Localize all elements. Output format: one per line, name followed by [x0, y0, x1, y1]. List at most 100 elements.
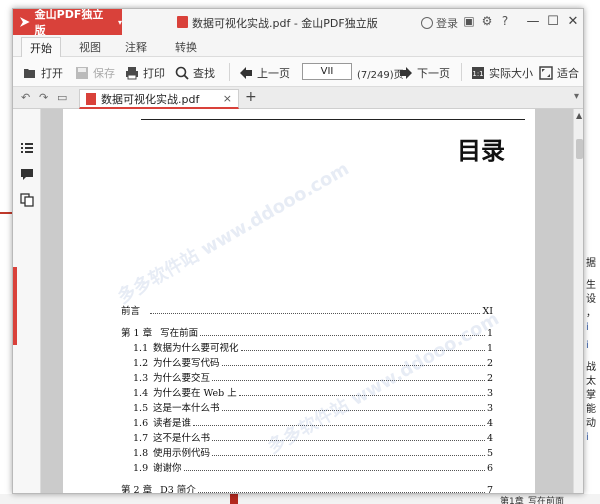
toc-leader-dots [221, 365, 485, 366]
toc-section-entry[interactable]: 1.6 读者是谁 4 [121, 414, 493, 429]
prev-page-button[interactable]: 上一页 [239, 65, 290, 81]
toc-title: 谢谢你 [153, 463, 182, 474]
toc-page-number: 3 [486, 388, 493, 399]
close-tab-icon[interactable]: × [223, 92, 232, 105]
toc-chapter-entry[interactable]: 第 1 章写在前面 1 [121, 317, 493, 339]
pdf-page: 目录 前言 XI 第 1 章写在前面 1 1.1 数据为什么要可视化 1 1.2 为什么要写代码… [63, 109, 535, 494]
toc-title: 使用示例代码 [153, 448, 211, 459]
skin-icon[interactable]: ▣ [462, 14, 476, 28]
tab-convert[interactable]: 转换 [175, 39, 197, 55]
toc-leader-dots [212, 455, 485, 456]
save-small-icon[interactable]: ▭ [57, 91, 67, 104]
app-brand-label: 金山PDF独立版 [34, 8, 104, 37]
minimize-button[interactable]: — [522, 12, 544, 32]
toc-leader-dots [238, 395, 485, 396]
folder-icon [24, 69, 35, 78]
gear-icon[interactable]: ⚙ [480, 14, 494, 28]
page-top-rule [141, 119, 525, 120]
tab-list-icon[interactable]: ▾ [574, 91, 579, 102]
outline-icon[interactable] [20, 141, 34, 155]
table-of-contents: 前言 XI 第 1 章写在前面 1 1.1 数据为什么要可视化 1 1.2 为什么要写代码 2 1.… [121, 295, 493, 494]
actual-size-button[interactable]: 1:1 实际大小 [471, 65, 533, 81]
toc-title: 读者是谁 [153, 418, 192, 429]
redo-icon[interactable]: ↷ [39, 91, 48, 104]
tab-view[interactable]: 视图 [79, 39, 101, 55]
find-label: 查找 [193, 67, 215, 80]
toc-number: 1.2 [133, 358, 149, 369]
printer-icon [126, 67, 138, 80]
tab-start[interactable]: 开始 [21, 37, 61, 57]
toc-number: 1.7 [133, 433, 149, 444]
toc-section-entry[interactable]: 1.4 为什么要在 Web 上 3 [121, 384, 493, 399]
fit-label: 适合 [557, 67, 579, 80]
toc-number: 1.1 [133, 343, 149, 354]
title-bar: 金山PDF独立版 ▾ 数据可视化实战.pdf - 金山PDF独立版 登录 ▣ ⚙… [13, 8, 583, 37]
prev-page-label: 上一页 [257, 67, 290, 80]
background-accent-line [0, 212, 12, 214]
pdf-file-icon [177, 16, 188, 28]
close-button[interactable]: ✕ [562, 12, 583, 32]
undo-icon[interactable]: ↶ [21, 91, 30, 104]
bg-chapter-title: 写在前面 [528, 497, 565, 504]
fit-page-icon [539, 66, 553, 80]
pdf-window: 金山PDF独立版 ▾ 数据可视化实战.pdf - 金山PDF独立版 登录 ▣ ⚙… [12, 8, 584, 494]
toc-page-number: 2 [486, 358, 493, 369]
toc-section-entry[interactable]: 1.1 数据为什么要可视化 1 [121, 339, 493, 354]
toc-leader-dots [193, 425, 485, 426]
bg-text-fragment: i [586, 322, 589, 333]
background-app-bottom: 第1章 写在前面 [0, 494, 600, 504]
print-button[interactable]: 打印 [125, 65, 165, 81]
toc-section-entry[interactable]: 1.9 谢谢你 6 [121, 459, 493, 474]
toc-title: 这不是什么书 [153, 433, 211, 444]
login-button[interactable]: 登录 [421, 15, 458, 31]
vertical-scrollbar[interactable]: ▲ [573, 109, 583, 493]
print-label: 打印 [143, 67, 165, 80]
help-icon[interactable]: ? [498, 14, 512, 28]
toc-section-entry[interactable]: 1.2 为什么要写代码 2 [121, 354, 493, 369]
panel-collapse-handle[interactable] [13, 267, 17, 345]
toc-page-number: XI [482, 306, 493, 317]
comment-icon[interactable] [20, 167, 34, 181]
toc-page-number: 1 [486, 328, 493, 339]
toc-chapter-entry[interactable]: 前言 XI [121, 295, 493, 317]
toc-number: 1.6 [133, 418, 149, 429]
bg-text-fragment: 能 [586, 404, 596, 415]
bg-text-fragment: 战 [586, 362, 596, 373]
actual-size-icon: 1:1 [472, 67, 484, 79]
toc-number: 第 2 章 [121, 485, 153, 494]
toc-number: 1.4 [133, 388, 149, 399]
find-button[interactable]: 查找 [175, 65, 215, 81]
toc-section-entry[interactable]: 1.3 为什么要交互 2 [121, 369, 493, 384]
scrollbar-thumb[interactable] [576, 139, 583, 159]
toc-title: 数据为什么要可视化 [153, 343, 239, 354]
toc-number: 1.3 [133, 373, 149, 384]
scroll-up-icon[interactable]: ▲ [576, 111, 582, 120]
open-button[interactable]: 打开 [23, 65, 63, 81]
save-icon [76, 67, 88, 79]
save-label: 保存 [93, 67, 115, 80]
new-tab-button[interactable]: + [245, 89, 257, 105]
toc-leader-dots [197, 492, 485, 493]
document-tab[interactable]: 数据可视化实战.pdf × [79, 89, 239, 109]
toc-section-entry[interactable]: 1.7 这不是什么书 4 [121, 429, 493, 444]
maximize-button[interactable]: ☐ [542, 12, 564, 32]
tab-annotate[interactable]: 注释 [125, 39, 147, 55]
toc-leader-dots [221, 410, 485, 411]
window-title: 数据可视化实战.pdf - 金山PDF独立版 [192, 17, 378, 30]
background-accent-block [230, 494, 238, 504]
bg-text-fragment: ， [586, 308, 596, 319]
toc-title: 写在前面 [160, 328, 199, 339]
page-number-input[interactable]: VII [302, 63, 352, 80]
thumbnail-icon[interactable] [20, 193, 34, 207]
search-icon [175, 66, 189, 80]
app-menu-button[interactable]: 金山PDF独立版 ▾ [13, 8, 122, 37]
save-button[interactable]: 保存 [75, 65, 115, 81]
next-page-button[interactable]: 下一页 [399, 65, 450, 81]
toc-section-entry[interactable]: 1.8 使用示例代码 5 [121, 444, 493, 459]
fit-button[interactable]: 适合 [539, 65, 579, 81]
arrow-left-icon [240, 67, 252, 79]
toc-chapter-entry[interactable]: 第 2 章 D3 简介 7 [121, 474, 493, 494]
toc-section-entry[interactable]: 1.5 这是一本什么书 3 [121, 399, 493, 414]
bg-text-fragment: i [586, 432, 589, 443]
toc-leader-dots [150, 313, 481, 314]
